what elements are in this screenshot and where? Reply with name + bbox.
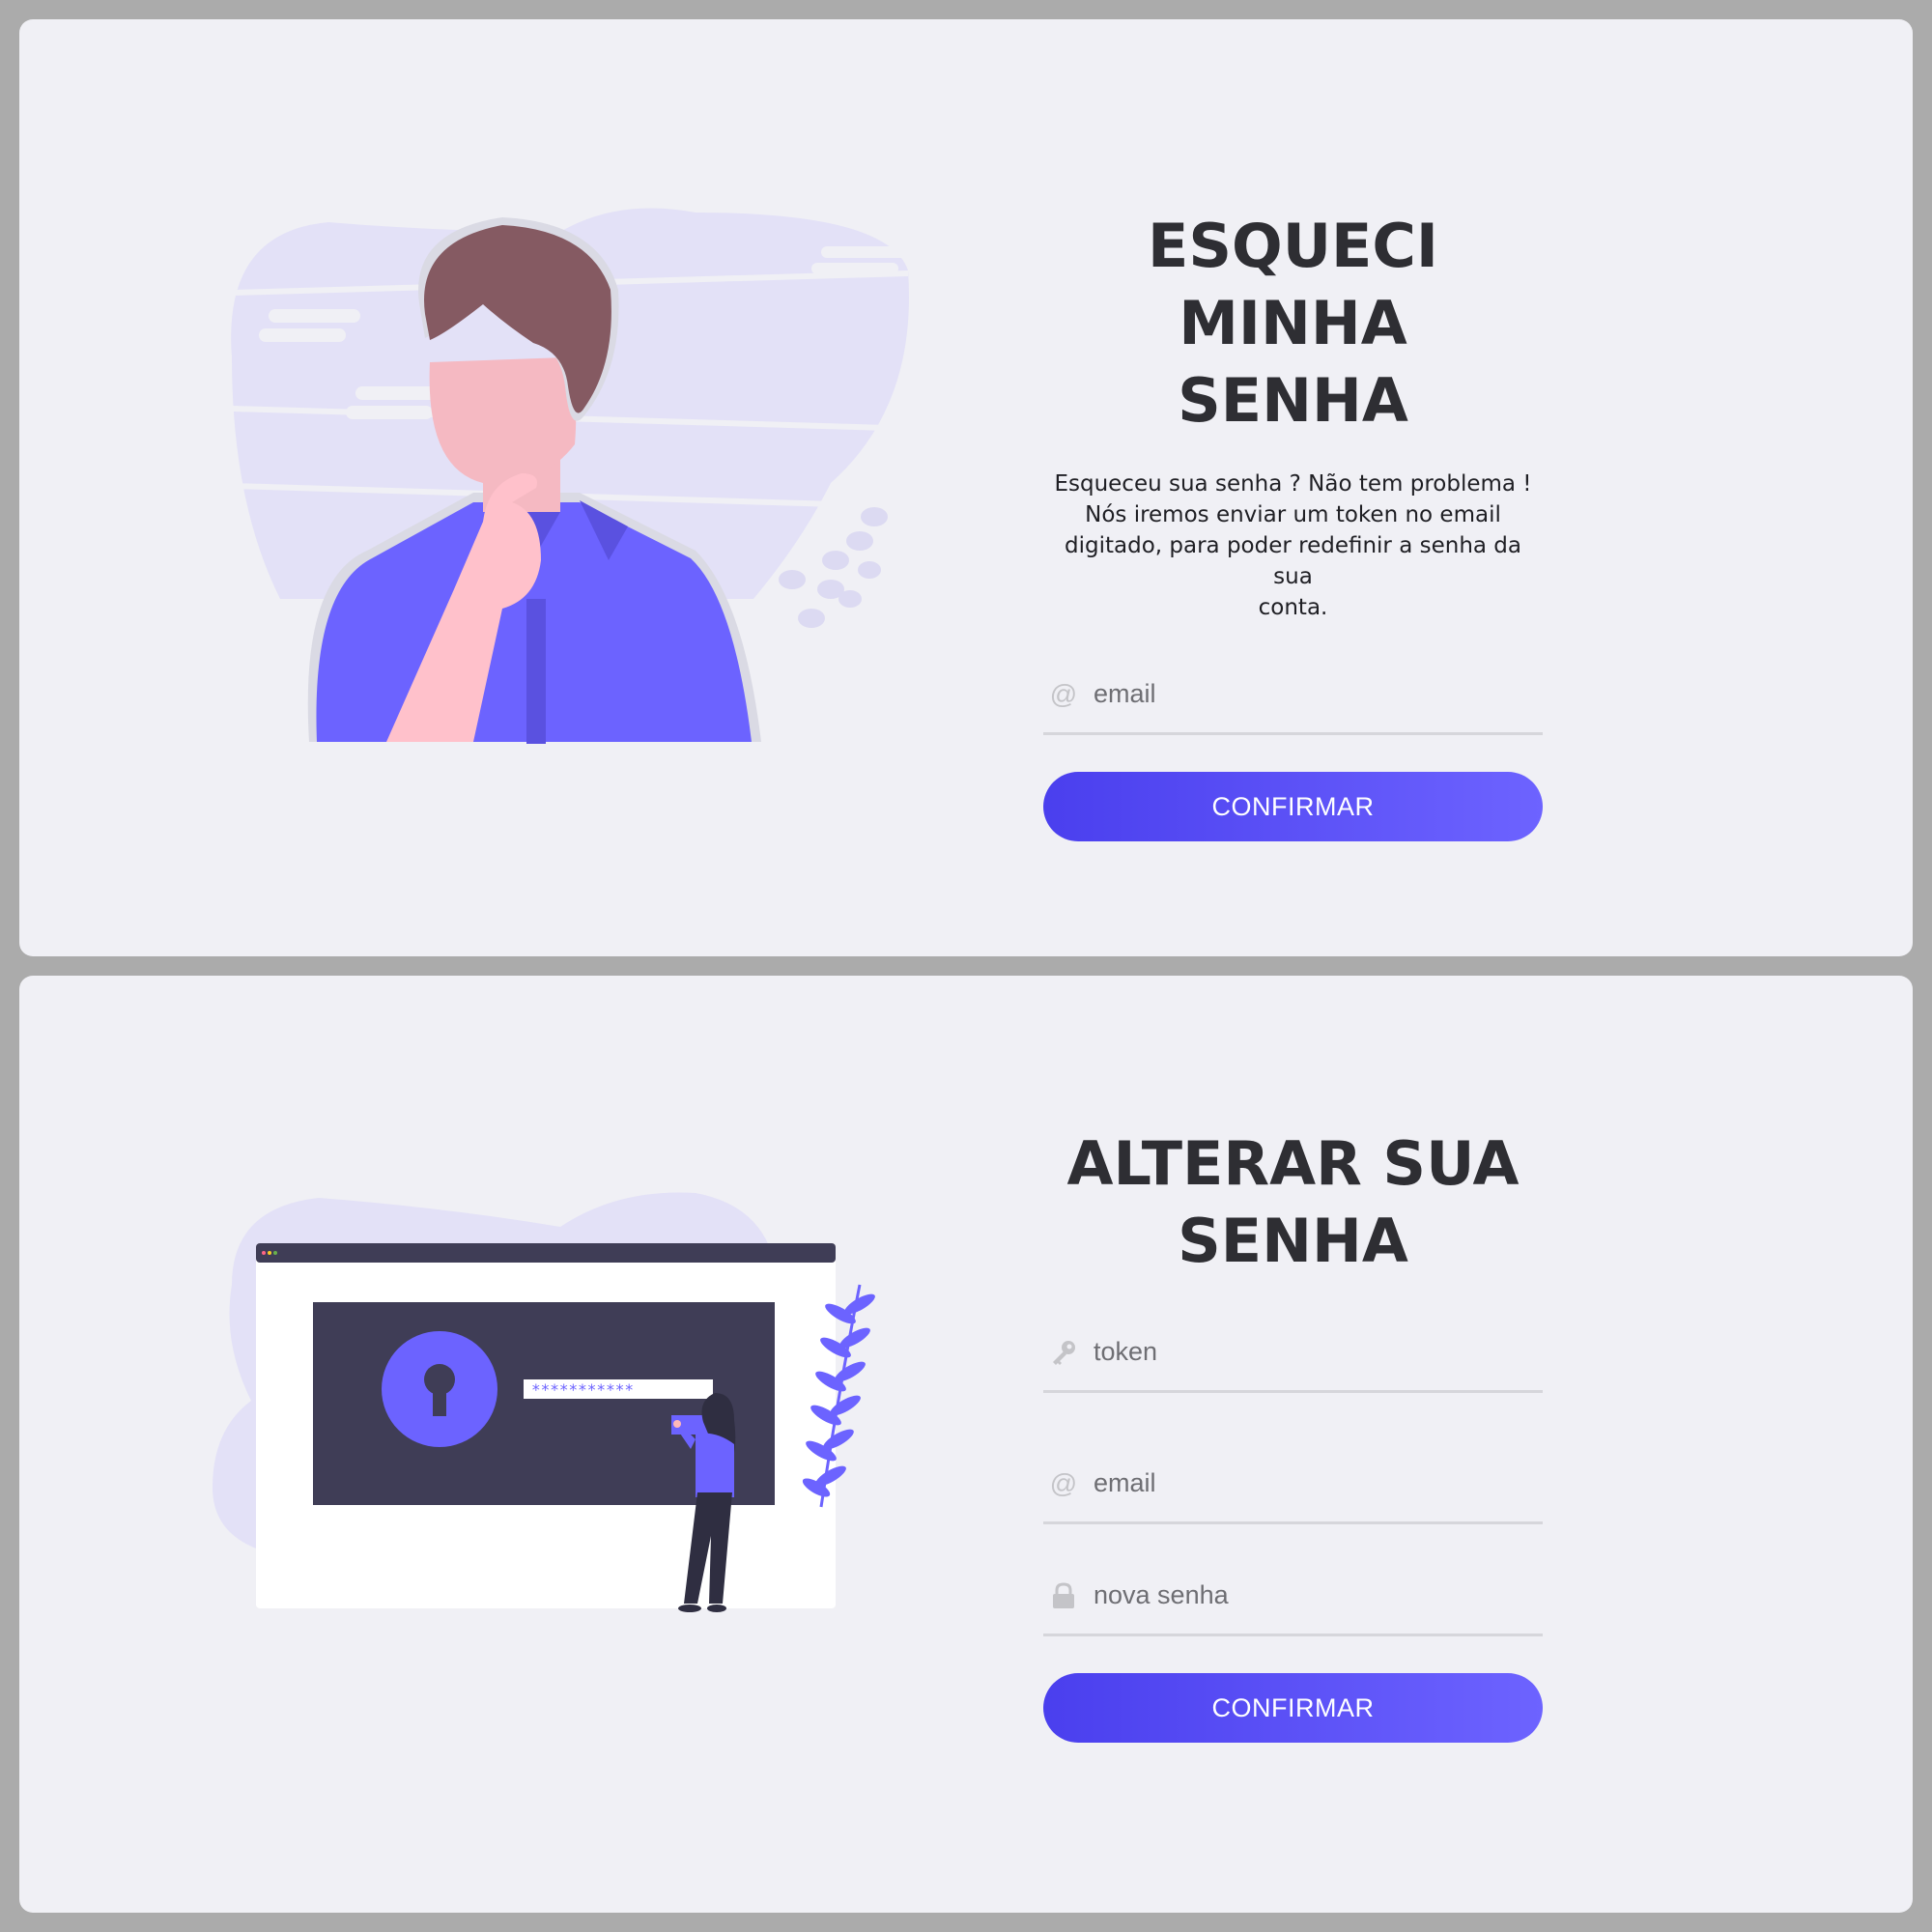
thinking-person-illustration bbox=[231, 208, 909, 744]
new-password-field bbox=[1043, 1557, 1543, 1636]
forgot-password-form: ESQUECI MINHA SENHA Esqueceu sua senha ?… bbox=[1043, 208, 1543, 841]
description-line: digitado, para poder redefinir a senha d… bbox=[1065, 533, 1521, 589]
at-icon: @ bbox=[1049, 678, 1078, 709]
at-icon: @ bbox=[1049, 1467, 1078, 1498]
description-line: Esqueceu sua senha ? Não tem problema ! bbox=[1054, 471, 1532, 497]
reset-password-form: ALTERAR SUA SENHA @ bbox=[1043, 1125, 1543, 1743]
new-password-input[interactable] bbox=[1094, 1580, 1519, 1610]
title-line: SENHA bbox=[1178, 365, 1408, 436]
key-icon bbox=[1049, 1338, 1078, 1367]
confirm-button[interactable]: CONFIRMAR bbox=[1043, 772, 1543, 841]
email-field: @ bbox=[1043, 1445, 1543, 1524]
token-input[interactable] bbox=[1094, 1337, 1519, 1367]
title-line: ESQUECI MINHA bbox=[1148, 211, 1438, 358]
forgot-password-panel: ESQUECI MINHA SENHA Esqueceu sua senha ?… bbox=[19, 19, 1913, 956]
email-input[interactable] bbox=[1094, 679, 1519, 709]
page-title: ALTERAR SUA SENHA bbox=[1043, 1125, 1543, 1280]
email-field: @ bbox=[1043, 656, 1543, 735]
title-line: ALTERAR SUA bbox=[1066, 1128, 1520, 1199]
password-lock-illustration: *********** bbox=[213, 1192, 875, 1612]
description-line: Nós iremos enviar um token no email bbox=[1085, 502, 1501, 527]
description-line: conta. bbox=[1258, 595, 1328, 620]
token-field bbox=[1043, 1314, 1543, 1393]
description-text: Esqueceu sua senha ? Não tem problema ! … bbox=[1043, 469, 1543, 623]
title-line: SENHA bbox=[1178, 1206, 1408, 1276]
lock-icon bbox=[1049, 1581, 1078, 1610]
confirm-button[interactable]: CONFIRMAR bbox=[1043, 1673, 1543, 1743]
reset-password-panel: *********** ALTERAR SUA SENHA token @ em… bbox=[19, 976, 1913, 1913]
email-input[interactable] bbox=[1094, 1468, 1519, 1498]
page-title: ESQUECI MINHA SENHA bbox=[1043, 208, 1543, 440]
password-mask-text: *********** bbox=[531, 1380, 634, 1399]
